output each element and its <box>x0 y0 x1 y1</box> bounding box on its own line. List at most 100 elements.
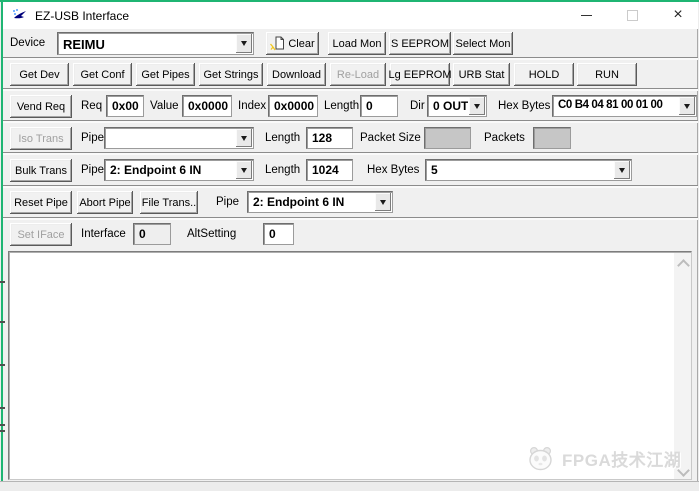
interface-field: 0 <box>133 223 171 245</box>
watermark-text: FPGA技术江湖 <box>562 451 682 470</box>
close-button[interactable]: × <box>663 2 693 28</box>
dropdown-arrow-icon <box>474 103 480 109</box>
bulk-pipe-value: 2: Endpoint 6 IN <box>110 163 202 177</box>
row-divider <box>3 217 698 220</box>
dir-select-value: 0 OUT <box>433 99 468 113</box>
dropdown-arrow-icon <box>619 167 625 173</box>
get-conf-button[interactable]: Get Conf <box>73 63 132 86</box>
altsetting-input[interactable]: 0 <box>263 223 294 245</box>
req-label: Req <box>81 100 103 112</box>
iso-trans-button: Iso Trans <box>10 127 72 150</box>
row-divider <box>3 88 698 91</box>
packets-field <box>533 127 571 149</box>
row-divider <box>3 57 698 60</box>
iso-length-input[interactable]: 128 <box>306 127 353 149</box>
interface-label: Interface <box>81 228 126 240</box>
clear-button-label: Clear <box>288 37 315 50</box>
iso-pipe-select[interactable] <box>104 127 254 149</box>
set-iface-button: Set IFace <box>10 223 72 246</box>
watermark: FPGA技术江湖 <box>527 445 681 472</box>
get-pipes-button[interactable]: Get Pipes <box>136 63 195 86</box>
packet-size-field <box>424 127 471 149</box>
hex-bytes-label: Hex Bytes <box>498 100 551 112</box>
pipe-select[interactable]: 2: Endpoint 6 IN <box>247 191 393 213</box>
iso-length-label: Length <box>265 132 301 144</box>
bulk-hex-bytes-select[interactable]: 5 <box>425 159 632 181</box>
chevron-down-icon[interactable] <box>614 161 630 179</box>
packets-label: Packets <box>484 132 525 144</box>
app-icon <box>13 9 26 19</box>
ruler-tick <box>0 364 5 366</box>
ruler-tick <box>0 424 5 426</box>
chevron-down-icon[interactable] <box>469 97 485 115</box>
run-button[interactable]: RUN <box>577 63 637 86</box>
ez-usb-window: EZ-USB Interface × Device REIMU Clear Lo… <box>0 0 699 491</box>
device-label: Device <box>10 37 46 49</box>
s-eeprom-button[interactable]: S EEPROM <box>389 32 451 55</box>
bulk-length-label: Length <box>265 164 301 176</box>
lg-eeprom-button[interactable]: Lg EEPROM <box>389 63 451 86</box>
file-trans-button[interactable]: File Trans.. <box>140 191 198 214</box>
packet-size-label: Packet Size <box>360 132 421 144</box>
chevron-down-icon[interactable] <box>375 193 391 211</box>
req-input[interactable]: 0x00 <box>106 95 144 117</box>
ruler-tick <box>0 430 5 432</box>
hex-bytes-select[interactable]: C0 B4 04 81 00 01 00 <box>552 95 697 117</box>
panda-logo-icon <box>529 446 552 471</box>
chevron-down-icon[interactable] <box>236 161 252 179</box>
dropdown-arrow-icon <box>241 135 247 141</box>
pipe-select-value: 2: Endpoint 6 IN <box>253 195 345 209</box>
hold-button[interactable]: HOLD <box>514 63 574 86</box>
chevron-down-icon[interactable] <box>679 97 695 115</box>
maximize-button[interactable] <box>617 2 647 28</box>
iso-pipe-label: Pipe <box>81 132 105 144</box>
minimize-icon <box>580 14 592 16</box>
get-strings-button[interactable]: Get Strings <box>199 63 263 86</box>
abort-pipe-button[interactable]: Abort Pipe <box>77 191 133 214</box>
clear-page-icon <box>270 36 285 51</box>
hex-bytes-value: C0 B4 04 81 00 01 00 <box>558 99 663 111</box>
dropdown-arrow-icon <box>241 41 247 46</box>
vend-req-button[interactable]: Vend Req <box>10 95 72 118</box>
select-mon-button[interactable]: Select Mon <box>453 32 513 55</box>
chevron-down-icon[interactable] <box>236 129 252 147</box>
load-mon-button[interactable]: Load Mon <box>328 32 386 55</box>
capture-border-left <box>1 0 3 491</box>
row-divider <box>3 185 698 188</box>
length-input[interactable]: 0 <box>360 95 398 117</box>
clear-button[interactable]: Clear <box>266 32 319 55</box>
dir-label: Dir <box>410 100 425 112</box>
minimize-button[interactable] <box>571 2 601 28</box>
device-select[interactable]: REIMU <box>57 32 254 55</box>
dropdown-arrow-icon <box>684 103 690 109</box>
bulk-hex-bytes-value: 5 <box>431 163 438 177</box>
bulk-pipe-select[interactable]: 2: Endpoint 6 IN <box>104 159 254 181</box>
row-divider <box>3 152 698 155</box>
dropdown-arrow-icon <box>380 199 386 205</box>
close-icon: × <box>673 6 683 23</box>
index-label: Index <box>238 100 267 112</box>
download-button[interactable]: Download <box>267 63 326 86</box>
ruler-tick <box>0 281 5 283</box>
value-label: Value <box>150 100 179 112</box>
chevron-down-icon[interactable] <box>236 34 252 53</box>
urb-stat-button[interactable]: URB Stat <box>453 63 510 86</box>
altsetting-label: AltSetting <box>187 228 237 240</box>
reset-pipe-button[interactable]: Reset Pipe <box>10 191 72 214</box>
bulk-hex-bytes-label: Hex Bytes <box>367 164 420 176</box>
index-input[interactable]: 0x0000 <box>268 95 318 117</box>
bulk-trans-button[interactable]: Bulk Trans <box>10 159 72 182</box>
length-label: Length <box>324 100 360 112</box>
bulk-pipe-label: Pipe <box>81 164 105 176</box>
dir-select[interactable]: 0 OUT <box>427 95 487 117</box>
ruler-tick <box>0 321 5 323</box>
bottom-strip <box>0 481 699 491</box>
device-select-value: REIMU <box>63 37 105 52</box>
row-divider <box>3 120 698 123</box>
re-load-button: Re-Load <box>330 63 386 86</box>
get-dev-button[interactable]: Get Dev <box>10 63 69 86</box>
value-input[interactable]: 0x0000 <box>182 95 232 117</box>
capture-border-top <box>0 0 699 2</box>
bulk-length-input[interactable]: 1024 <box>306 159 353 181</box>
maximize-icon <box>626 9 638 21</box>
